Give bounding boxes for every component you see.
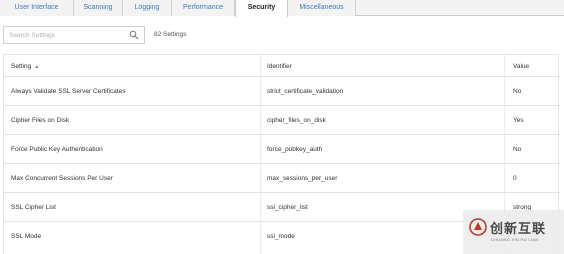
- setting-value: 0: [513, 175, 517, 182]
- tab-user-interface[interactable]: User Interface: [0, 0, 74, 16]
- tab-performance[interactable]: Performance: [172, 0, 235, 16]
- setting-name: Force Public Key Authentication: [11, 146, 103, 153]
- watermark-logo-icon: [469, 218, 487, 236]
- settings-count: 82 Settings: [154, 31, 187, 38]
- watermark-text-cn: 创新互联: [490, 221, 547, 236]
- header-setting-label: Setting: [11, 63, 32, 70]
- setting-identifier: strict_certificate_validation: [267, 88, 344, 95]
- table-row[interactable]: Always Validate SSL Server Certificates …: [4, 77, 560, 106]
- setting-name: SSL Mode: [11, 233, 42, 240]
- setting-name: SSL Cipher List: [11, 204, 56, 211]
- table-header-row: Setting ▲ Identifier Value: [4, 55, 560, 77]
- setting-name: Cipher Files on Disk: [11, 117, 70, 124]
- header-setting[interactable]: Setting ▲: [11, 63, 39, 70]
- header-value[interactable]: Value: [513, 63, 529, 70]
- setting-value: Yes: [513, 117, 524, 124]
- search-input[interactable]: [4, 27, 124, 43]
- setting-name: Max Concurrent Sessions Per User: [11, 175, 113, 182]
- tab-miscellaneous[interactable]: Miscellaneous: [288, 0, 356, 16]
- setting-identifier: ssl_cipher_list: [267, 204, 308, 211]
- watermark: 创新互联 CHUANG XIN HU LIAN: [463, 210, 564, 254]
- table-row[interactable]: Force Public Key Authentication force_pu…: [4, 135, 560, 164]
- tab-logging[interactable]: Logging: [123, 0, 172, 16]
- setting-value: No: [513, 146, 522, 153]
- setting-identifier: ssl_mode: [267, 233, 295, 240]
- search-icon[interactable]: [129, 30, 139, 40]
- setting-name: Always Validate SSL Server Certificates: [11, 88, 126, 95]
- settings-tabbar: User Interface Scanning Logging Performa…: [0, 0, 564, 17]
- header-identifier[interactable]: Identifier: [267, 63, 292, 70]
- setting-value: No: [513, 88, 522, 95]
- table-row[interactable]: Max Concurrent Sessions Per User max_ses…: [4, 164, 560, 193]
- setting-identifier: cipher_files_on_disk: [267, 117, 326, 124]
- tab-security[interactable]: Security: [235, 0, 288, 17]
- search-settings-box: [3, 26, 145, 44]
- setting-identifier: max_sessions_per_user: [267, 175, 338, 182]
- setting-identifier: force_pubkey_auth: [267, 146, 323, 153]
- watermark-text-en: CHUANG XIN HU LIAN: [491, 237, 539, 242]
- sort-ascending-icon: ▲: [34, 64, 40, 70]
- table-row[interactable]: Cipher Files on Disk cipher_files_on_dis…: [4, 106, 560, 135]
- tab-scanning[interactable]: Scanning: [74, 0, 123, 16]
